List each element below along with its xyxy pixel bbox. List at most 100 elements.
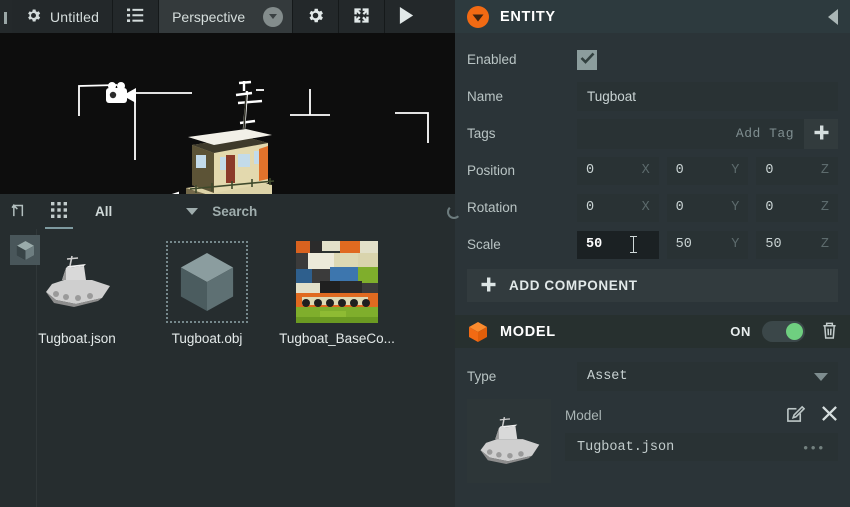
scale-y-input[interactable]: 50 Y <box>666 230 749 259</box>
asset-thumbnail <box>10 235 118 323</box>
boat-thumbnail <box>46 255 110 307</box>
viewport-settings-button[interactable] <box>293 0 338 33</box>
add-component-button[interactable]: ADD COMPONENT <box>467 269 838 302</box>
project-button[interactable]: Untitled <box>12 0 112 33</box>
viewport-scene <box>0 33 455 194</box>
entity-title: ENTITY <box>500 8 556 25</box>
rotation-z-input[interactable]: 0 Z <box>756 193 839 222</box>
scale-x-input[interactable]: 50 <box>577 230 659 259</box>
search-input[interactable]: Search <box>212 204 257 219</box>
position-label: Position <box>467 163 516 178</box>
chevron-down-icon[interactable] <box>186 208 199 215</box>
camera-mode-label: Perspective <box>172 8 246 25</box>
asset-item-tugboat-basecolor[interactable]: Tugboat_BaseCo... <box>272 235 402 507</box>
3d-viewport[interactable] <box>0 33 455 194</box>
axis-y-label: Y <box>731 163 740 178</box>
asset-filter-label[interactable]: All <box>79 204 122 219</box>
tags-control: Add Tag <box>577 118 838 149</box>
left-column: Untitled Perspective All Search Tugboat.… <box>0 0 461 507</box>
settings-segment <box>293 0 340 33</box>
name-input[interactable]: Tugboat <box>577 82 838 111</box>
add-tag-button[interactable] <box>804 118 838 149</box>
scale-label: Scale <box>467 237 501 252</box>
model-asset-label: Model <box>565 407 602 423</box>
enabled-row: Enabled <box>467 41 838 78</box>
rotation-y-input[interactable]: 0 Y <box>666 193 749 222</box>
entity-section-header[interactable]: ENTITY <box>455 0 850 33</box>
position-y-value: 0 <box>675 163 684 178</box>
fullscreen-button[interactable] <box>339 0 384 33</box>
model-type-label: Type <box>467 369 497 384</box>
scale-x-value: 50 <box>586 237 603 252</box>
model-section-header[interactable]: MODEL ON <box>455 315 850 348</box>
refresh-icon[interactable] <box>447 205 461 219</box>
model-asset-file-input[interactable]: Tugboat.json ••• <box>565 433 838 461</box>
axis-y-label: Y <box>731 237 740 252</box>
model-cube-orange-icon <box>467 321 489 343</box>
position-row: Position 0 X 0 Y 0 Z <box>467 152 839 189</box>
editor-window: Untitled Perspective All Search Tugboat.… <box>0 0 850 507</box>
check-icon <box>580 52 595 67</box>
name-row: Name Tugboat <box>467 78 838 115</box>
upload-icon <box>11 202 28 222</box>
axis-z-label: Z <box>820 200 830 215</box>
asset-item-tugboat-json[interactable]: Tugboat.json <box>10 235 142 507</box>
scale-z-value: 50 <box>765 237 782 252</box>
asset-thumbnail <box>296 241 378 323</box>
tags-input[interactable]: Add Tag <box>577 118 804 149</box>
inspector-panel: ENTITY Enabled Name Tugboat Tags Add Tag <box>455 0 850 507</box>
list-icon <box>126 7 145 27</box>
project-segment: Untitled <box>12 0 114 33</box>
trash-icon <box>821 322 838 343</box>
position-x-input[interactable]: 0 X <box>577 156 659 185</box>
model-enable-toggle[interactable] <box>762 321 805 342</box>
tags-row: Tags Add Tag <box>467 115 838 152</box>
entity-orange-icon <box>467 5 489 28</box>
rotation-x-input[interactable]: 0 X <box>577 193 659 222</box>
position-vector: 0 X 0 Y 0 Z <box>577 156 839 185</box>
position-y-input[interactable]: 0 Y <box>666 156 749 185</box>
model-asset-thumbnail[interactable] <box>467 399 551 483</box>
plus-icon <box>481 277 496 295</box>
model-body: Type Asset <box>455 348 850 395</box>
asset-browser-grid[interactable]: Tugboat.json Tugboat.obj Tugboat_BaseCo.… <box>0 229 455 507</box>
axis-x-label: X <box>641 200 650 215</box>
rotation-z-value: 0 <box>765 200 774 215</box>
ellipsis-icon[interactable]: ••• <box>803 440 826 455</box>
scale-vector: 50 50 Y 50 Z <box>577 230 839 259</box>
close-x-icon[interactable] <box>821 405 838 425</box>
name-label: Name <box>467 89 504 104</box>
position-x-value: 0 <box>586 163 595 178</box>
top-toolbar: Untitled Perspective <box>0 0 455 33</box>
scale-z-input[interactable]: 50 Z <box>756 230 839 259</box>
collapse-left-icon[interactable] <box>828 8 838 25</box>
chevron-down-circle-icon[interactable] <box>263 6 284 27</box>
grid-view-button[interactable] <box>39 194 79 229</box>
delete-component-button[interactable] <box>821 321 838 343</box>
camera-mode-button[interactable]: Perspective <box>159 0 292 33</box>
position-z-input[interactable]: 0 Z <box>756 156 839 185</box>
camera-mode-segment: Perspective <box>159 0 294 33</box>
position-z-value: 0 <box>765 163 774 178</box>
asset-item-tugboat-obj[interactable]: Tugboat.obj <box>142 235 272 507</box>
edit-pencil-icon[interactable] <box>786 404 806 426</box>
play-segment <box>385 0 428 33</box>
scale-row: Scale 50 50 Y 50 Z <box>467 226 839 263</box>
play-button[interactable] <box>385 0 428 33</box>
model-asset-slot: Model Tugboat.json ••• <box>455 395 850 483</box>
enabled-checkbox[interactable] <box>577 49 597 70</box>
upload-button[interactable] <box>0 194 39 229</box>
rotation-y-value: 0 <box>675 200 684 215</box>
asset-thumbnail <box>166 241 248 323</box>
enabled-label: Enabled <box>467 52 517 67</box>
model-asset-actions <box>786 404 838 426</box>
fullscreen-segment <box>339 0 386 33</box>
partial-icon <box>4 12 7 24</box>
add-component-label: ADD COMPONENT <box>509 278 638 293</box>
model-type-dropdown[interactable]: Asset <box>577 362 838 391</box>
asset-label: Tugboat.json <box>38 331 116 346</box>
asset-browser-toolbar: All Search <box>0 194 461 229</box>
hierarchy-button[interactable] <box>113 0 158 33</box>
text-cursor-icon <box>630 235 637 253</box>
rotation-label: Rotation <box>467 200 518 215</box>
